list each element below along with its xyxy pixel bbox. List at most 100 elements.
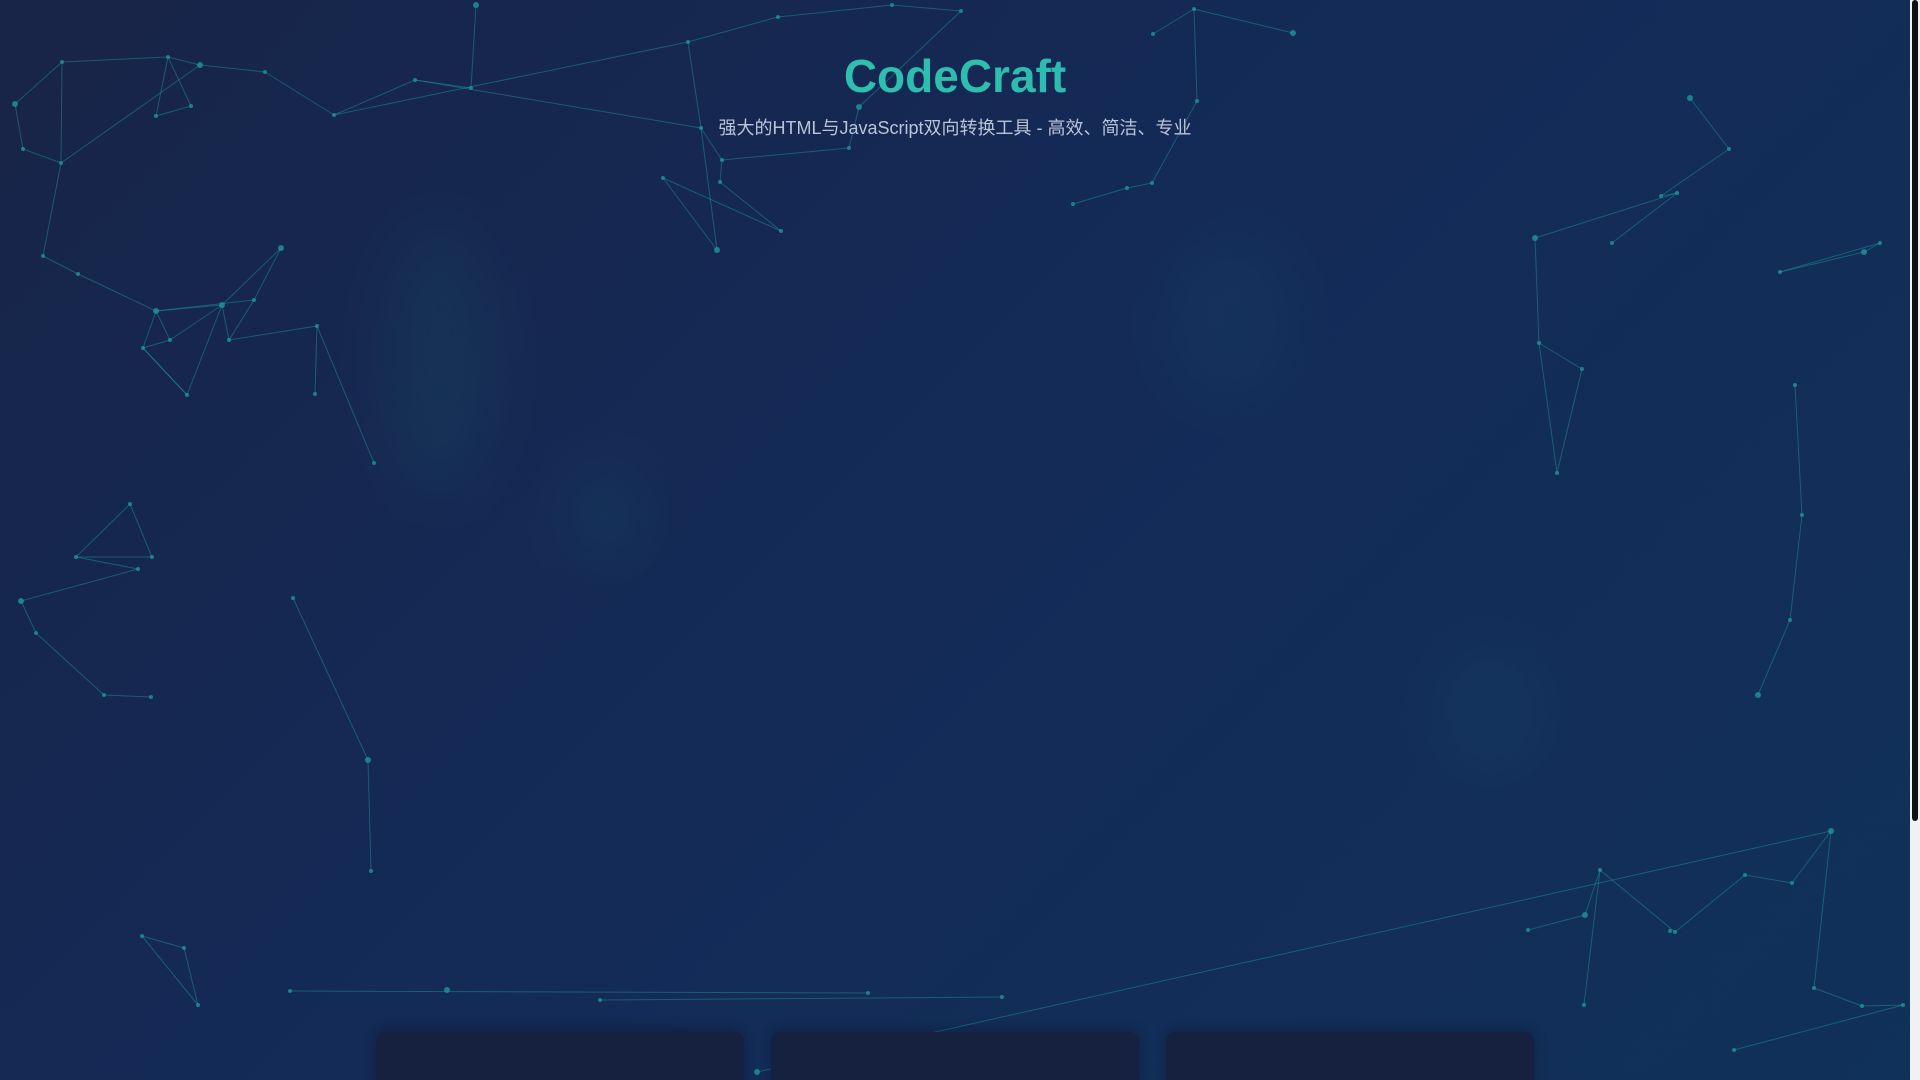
particle-link [1538, 342, 1583, 370]
feature-card[interactable] [376, 1032, 744, 1080]
particle-link [1534, 237, 1540, 344]
particle-link [1611, 192, 1678, 244]
particle-link [292, 597, 369, 761]
particle-dot [196, 1003, 200, 1007]
particle-link [20, 568, 139, 602]
feature-card[interactable] [771, 1032, 1139, 1080]
particle-link [1757, 619, 1791, 696]
particle-link [367, 759, 372, 872]
particle-link [22, 148, 62, 164]
particle-link [1527, 914, 1586, 931]
particle-dot [185, 393, 189, 397]
particle-dot [140, 934, 144, 938]
particle-link [103, 694, 152, 698]
particle-dot [473, 2, 479, 8]
particle-dot [369, 869, 373, 873]
particle-link [186, 304, 223, 396]
particle-link [1813, 987, 1863, 1007]
particle-dot [776, 15, 780, 19]
particle-link [253, 247, 282, 301]
particle-dot [1526, 928, 1530, 932]
particle-link [662, 177, 782, 232]
particle-link [228, 299, 255, 341]
particle-link [1126, 182, 1153, 189]
particle-dot [1778, 270, 1782, 274]
particle-link [1789, 514, 1803, 621]
particle-dot [21, 147, 25, 151]
particle-link [155, 299, 255, 312]
particle-dot [1192, 7, 1196, 11]
particle-dot [102, 693, 106, 697]
particle-dot [1812, 986, 1816, 990]
particle-link [77, 273, 157, 312]
scrollbar-thumb[interactable] [1912, 0, 1918, 821]
particle-dot [718, 180, 722, 184]
particle-dot [182, 946, 186, 950]
particle-dot [1151, 32, 1155, 36]
particle-link [1813, 830, 1832, 989]
particle-dot [714, 247, 720, 253]
particle-link [687, 16, 779, 43]
particle-dot [1828, 828, 1834, 834]
particle-link [599, 996, 1003, 1001]
particle-dot [1668, 929, 1672, 933]
particle-dot [1861, 249, 1867, 255]
particle-dot [1860, 1004, 1864, 1008]
particle-dot [219, 302, 225, 308]
feature-card[interactable] [1166, 1032, 1534, 1080]
particle-link [221, 304, 230, 341]
particle-link [42, 255, 79, 275]
background-glow [380, 220, 500, 500]
particle-dot [149, 695, 153, 699]
particle-link [129, 503, 153, 558]
particle-dot [1743, 873, 1747, 877]
particle-dot [1732, 1048, 1736, 1052]
particle-dot [866, 991, 870, 995]
particle-dot [150, 555, 154, 559]
particle-dot [288, 989, 292, 993]
particle-dot [1755, 692, 1761, 698]
particle-link [1744, 874, 1793, 884]
vertical-scrollbar[interactable] [1910, 0, 1920, 1080]
background-glow [1160, 230, 1300, 410]
particle-dot [291, 596, 295, 600]
particle-dot [1580, 367, 1584, 371]
particle-link [221, 247, 282, 306]
particle-dot [1000, 995, 1004, 999]
particle-link [20, 600, 37, 634]
particle-link [1193, 8, 1294, 34]
particle-link [1072, 187, 1128, 205]
particle-dot [74, 555, 78, 559]
feature-cards [376, 1032, 1534, 1080]
particle-link [1583, 869, 1601, 1006]
particle-dot [1788, 618, 1792, 622]
particle-link [891, 4, 962, 12]
particle-dot [136, 567, 140, 571]
particle-dot [128, 502, 132, 506]
particle-link [142, 347, 188, 396]
particle-dot [1659, 194, 1663, 198]
particle-dot [1555, 471, 1559, 475]
particle-dot [153, 308, 159, 314]
particle-dot [1071, 202, 1075, 206]
particle-link [142, 339, 171, 349]
particle-dot [1125, 186, 1129, 190]
particle-dot [959, 9, 963, 13]
particle-dot [34, 631, 38, 635]
particle-dot [1582, 1003, 1586, 1007]
particle-link [155, 310, 171, 341]
particle-link [1733, 1004, 1904, 1051]
particle-dot [1675, 191, 1679, 195]
particle-dot [372, 461, 376, 465]
particle-dot [720, 158, 724, 162]
particle-dot [1150, 181, 1154, 185]
particle-dot [252, 298, 256, 302]
app-subtitle: 强大的HTML与JavaScript双向转换工具 - 高效、简洁、专业 [718, 118, 1192, 138]
particle-link [1674, 874, 1746, 933]
particle-link [289, 990, 869, 994]
particle-dot [1793, 383, 1797, 387]
particle-link [141, 935, 185, 949]
particle-dot [1727, 147, 1731, 151]
app-title: CodeCraft [0, 48, 1910, 104]
particle-link [1779, 251, 1865, 273]
